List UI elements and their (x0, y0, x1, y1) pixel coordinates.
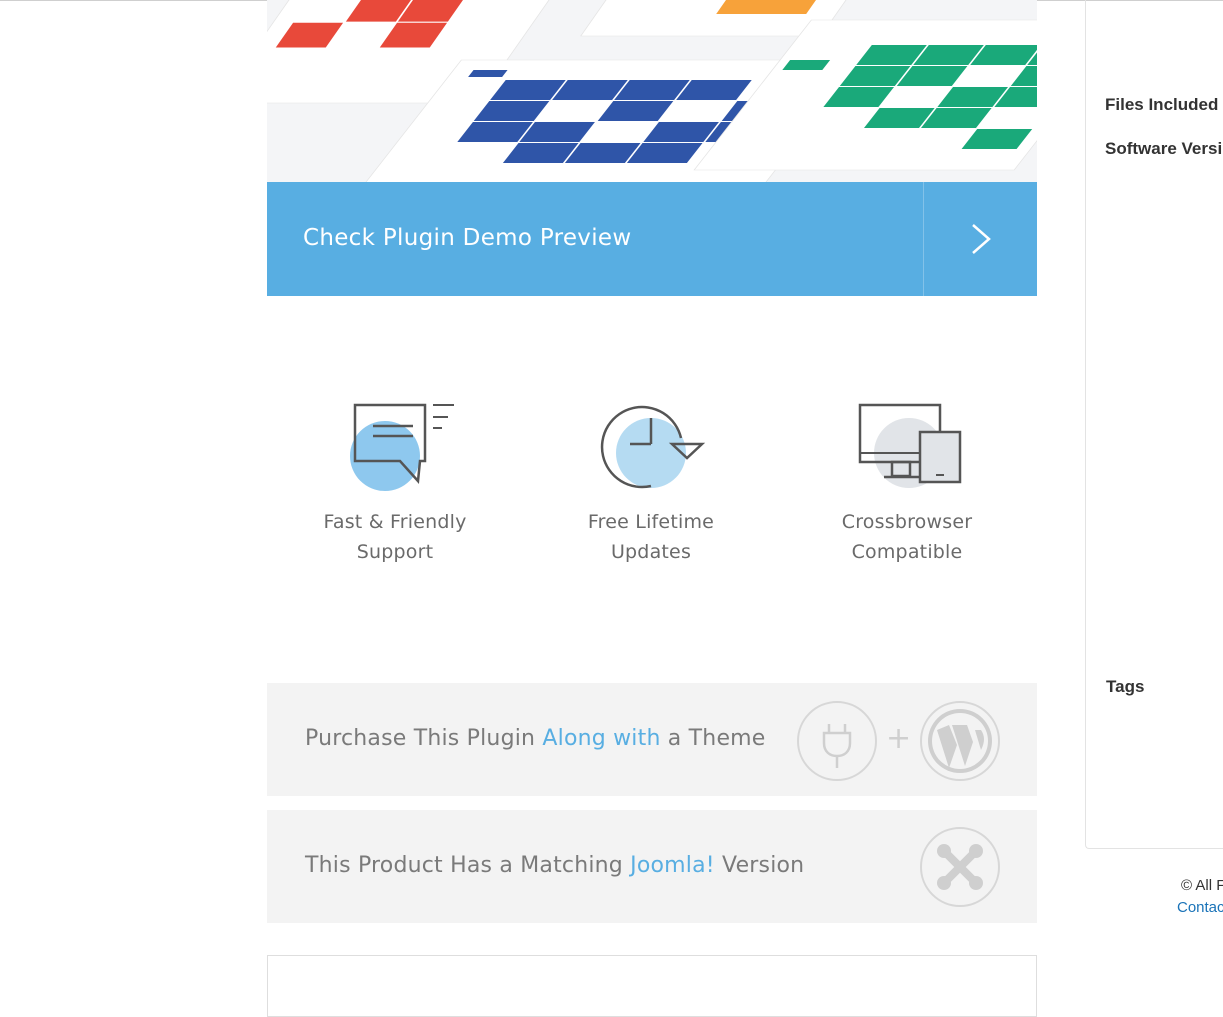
promo-joomla-highlight[interactable]: Joomla! (630, 853, 715, 878)
promo-theme-text: Purchase This Plugin Along with a Theme (305, 683, 766, 796)
table-mockup-illustration (267, 0, 1037, 182)
footer-copyright: © All F (1181, 877, 1223, 894)
feature-updates-line1: Free Lifetime (587, 511, 715, 533)
feature-crossbrowser: Crossbrowser Compatible (797, 398, 1017, 567)
tags-label: Tags (1106, 677, 1145, 696)
clock-update-icon (600, 405, 706, 489)
feature-support-line2: Support (356, 541, 434, 563)
devices-icon (858, 403, 962, 488)
feature-updates: Free Lifetime Updates (541, 398, 761, 567)
content-panel (267, 955, 1037, 1017)
joomla-icon (920, 827, 1000, 907)
promo-theme-text-after: a Theme (660, 726, 766, 751)
feature-support-label: Fast & Friendly Support (285, 507, 505, 567)
chevron-right-icon[interactable] (967, 222, 995, 256)
promo-joomla-text-after: Version (714, 853, 805, 878)
promo-joomla-text-before: This Product Has a Matching (305, 853, 631, 878)
software-version-label: Software Versi (1105, 139, 1223, 158)
promo-joomla-version[interactable]: This Product Has a Matching Joomla! Vers… (267, 810, 1037, 923)
item-details-sidebar (1085, 0, 1223, 849)
promo-theme-highlight[interactable]: Along with (542, 726, 660, 751)
demo-preview-label: Check Plugin Demo Preview (303, 225, 632, 251)
promo-theme-bundle[interactable]: Purchase This Plugin Along with a Theme … (267, 683, 1037, 796)
feature-updates-label: Free Lifetime Updates (541, 507, 761, 567)
wordpress-icon (920, 701, 1000, 781)
files-included-label: Files Included (1105, 95, 1219, 114)
plugin-preview-image (267, 0, 1037, 182)
plug-icon (797, 701, 877, 781)
demo-divider (923, 182, 924, 296)
footer-contact-link[interactable]: Contac (1177, 899, 1223, 916)
feature-crossbrowser-line1: Crossbrowser (841, 511, 973, 533)
feature-updates-line2: Updates (610, 541, 692, 563)
plus-sign: + (886, 721, 912, 756)
demo-preview-button[interactable]: Check Plugin Demo Preview (267, 182, 1037, 296)
promo-joomla-text: This Product Has a Matching Joomla! Vers… (305, 810, 804, 923)
feature-crossbrowser-line2: Compatible (851, 541, 963, 563)
feature-support: Fast & Friendly Support (285, 398, 505, 567)
feature-crossbrowser-label: Crossbrowser Compatible (797, 507, 1017, 567)
feature-support-line1: Fast & Friendly (323, 511, 467, 533)
promo-theme-text-before: Purchase This Plugin (305, 726, 543, 751)
chat-support-icon (350, 403, 454, 491)
